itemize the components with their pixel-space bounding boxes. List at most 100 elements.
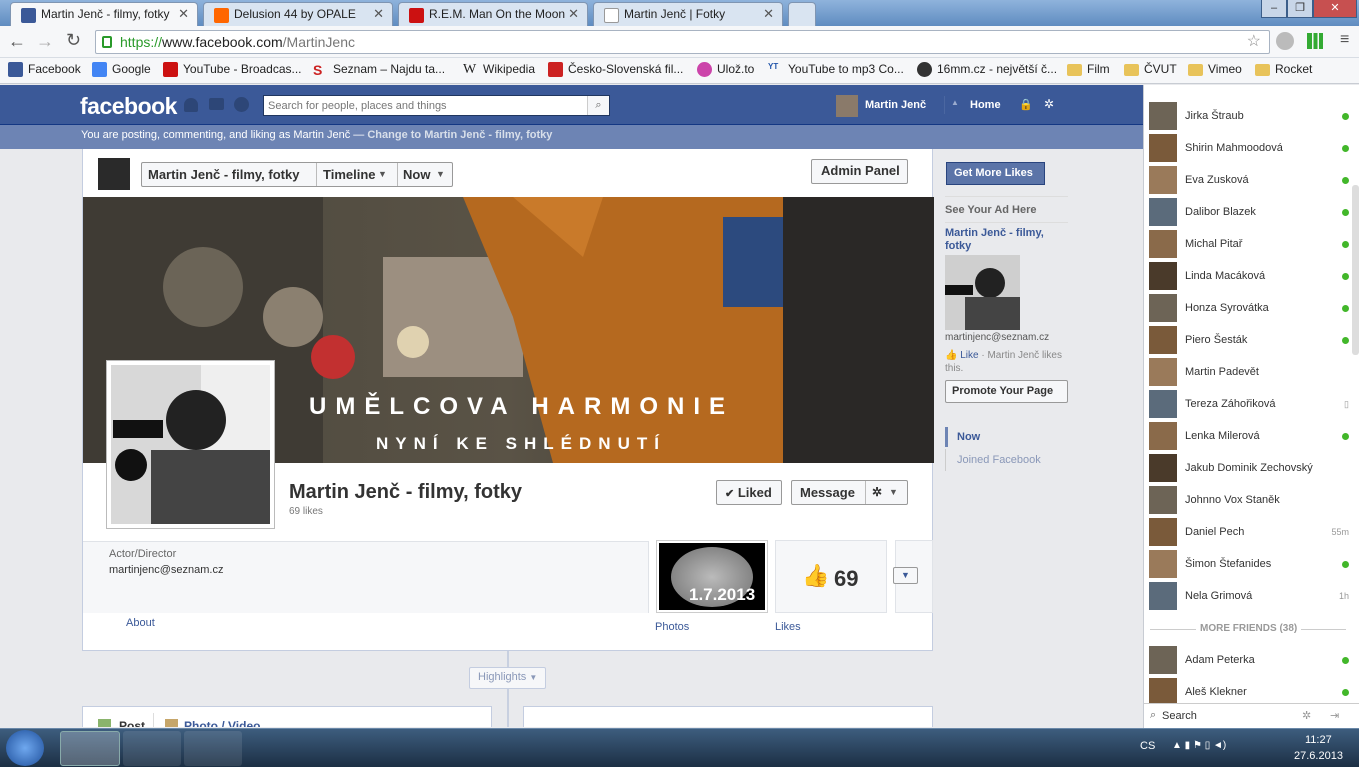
scrollbar[interactable] xyxy=(1352,185,1359,355)
notifications-icon[interactable] xyxy=(234,97,249,112)
chat-friend[interactable]: Michal Pitař xyxy=(1149,230,1349,260)
signal-extension-icon[interactable] xyxy=(1307,33,1323,49)
forward-icon[interactable]: → xyxy=(36,31,54,52)
chevron-up-icon[interactable]: ▲ xyxy=(951,98,959,107)
chat-friend[interactable]: Johnno Vox Staněk xyxy=(1149,486,1349,516)
extension-icon[interactable] xyxy=(1276,32,1294,50)
close-icon[interactable]: ✕ xyxy=(568,6,579,22)
bookmark-google[interactable]: Google xyxy=(92,62,151,77)
facebook-logo[interactable]: facebook xyxy=(80,93,177,120)
address-bar[interactable]: https://www.facebook.com/MartinJenc ☆ xyxy=(95,30,1270,54)
tab-fotky[interactable]: Martin Jenč | Fotky ✕ xyxy=(593,2,783,26)
about-link[interactable]: About xyxy=(126,617,155,629)
search-input[interactable]: Search for people, places and things ⌕ xyxy=(263,95,610,116)
taskbar-media-player[interactable] xyxy=(184,731,242,766)
tray-icons[interactable]: ▲ ▮ ⚑ ▯ ◄) xyxy=(1172,740,1226,751)
chat-friend[interactable]: Nela Grimová 1h xyxy=(1149,582,1349,612)
tab-rem[interactable]: R.E.M. Man On the Moon ✕ xyxy=(398,2,588,26)
tab-delusion[interactable]: Delusion 44 by OPALE ✕ xyxy=(203,2,393,26)
chat-friend[interactable]: Dalibor Blazek xyxy=(1149,198,1349,228)
chat-friend[interactable]: Honza Syrovátka xyxy=(1149,294,1349,324)
gear-icon[interactable]: ✲ xyxy=(872,485,882,499)
bookmark-folder-rocket[interactable]: Rocket xyxy=(1255,62,1312,76)
close-icon[interactable]: ✕ xyxy=(373,6,384,22)
ad-like-link[interactable]: Like xyxy=(960,350,978,361)
bookmark-folder-film[interactable]: Film xyxy=(1067,62,1110,76)
close-icon[interactable]: ✕ xyxy=(178,6,189,22)
taskbar-chrome[interactable] xyxy=(60,731,120,766)
bookmark-16mm[interactable]: 16mm.cz - největší č... xyxy=(917,62,1057,77)
profile-picture[interactable] xyxy=(106,360,275,529)
language-indicator[interactable]: CS xyxy=(1140,740,1155,752)
timeline-nav-joined[interactable]: Joined Facebook xyxy=(957,454,1041,466)
liked-button[interactable]: ✔ Liked xyxy=(716,480,782,505)
reload-icon[interactable]: ↻ xyxy=(66,30,81,51)
bookmark-ulozto[interactable]: Ulož.to xyxy=(697,62,754,77)
bookmark-youtube[interactable]: YouTube - Broadcas... xyxy=(163,62,302,77)
maximize-button[interactable]: ❐ xyxy=(1287,0,1313,18)
bookmark-folder-vimeo[interactable]: Vimeo xyxy=(1188,62,1242,76)
highlights-dropdown[interactable]: Highlights ▼ xyxy=(469,667,546,689)
chat-friend[interactable]: Lenka Milerová xyxy=(1149,422,1349,452)
chat-friend[interactable]: Eva Zusková xyxy=(1149,166,1349,196)
photos-tile[interactable]: 1.7.2013 xyxy=(656,540,768,613)
photo-video-tab[interactable]: Photo / Video xyxy=(184,719,260,727)
chat-friend[interactable]: Adam Peterka xyxy=(1149,646,1349,676)
chat-friend[interactable]: Jirka Štraub xyxy=(1149,102,1349,132)
profile-link[interactable]: Martin Jenč xyxy=(865,99,926,111)
timeline-nav-now[interactable]: Now xyxy=(957,431,980,443)
chat-friend[interactable]: Shirin Mahmoodová xyxy=(1149,134,1349,164)
post-tab[interactable]: Post xyxy=(119,719,145,727)
chat-search-input[interactable]: Search xyxy=(1162,710,1197,722)
likes-link[interactable]: Likes xyxy=(775,621,801,633)
bookmark-csfd[interactable]: Česko-Slovenská fil... xyxy=(548,62,683,77)
photos-link[interactable]: Photos xyxy=(655,621,689,633)
chat-friend[interactable]: Daniel Pech 55m xyxy=(1149,518,1349,548)
minimize-button[interactable]: – xyxy=(1261,0,1287,18)
likes-tile[interactable]: 👍 69 xyxy=(775,540,887,613)
page-thumbnail[interactable] xyxy=(98,158,130,190)
timeline-dropdown[interactable]: Timeline xyxy=(323,167,376,182)
clock-time[interactable]: 11:27 xyxy=(1305,734,1332,746)
page-name-button[interactable]: Martin Jenč - filmy, fotky xyxy=(148,167,299,182)
avatar[interactable] xyxy=(836,95,858,117)
ad-image[interactable] xyxy=(945,255,1020,330)
messages-icon[interactable] xyxy=(209,98,224,110)
promote-page-button[interactable]: Promote Your Page xyxy=(945,380,1068,403)
gear-icon[interactable]: ✲ xyxy=(1044,97,1054,111)
chevron-down-icon[interactable]: ▼ xyxy=(889,487,898,497)
bookmark-yt-mp3[interactable]: YT YouTube to mp3 Co... xyxy=(768,62,904,76)
expand-apps-button[interactable]: ▼ xyxy=(893,567,918,584)
ad-title[interactable]: Martin Jenč - filmy, fotky xyxy=(945,227,1065,253)
window-close-button[interactable]: ✕ xyxy=(1313,0,1357,18)
bookmark-folder-cvut[interactable]: ČVUT xyxy=(1124,62,1177,76)
chat-friend[interactable]: Jakub Dominik Zechovský xyxy=(1149,454,1349,484)
chat-friend[interactable]: Linda Macáková xyxy=(1149,262,1349,292)
clock-date[interactable]: 27.6.2013 xyxy=(1294,750,1343,762)
chat-friend[interactable]: Martin Padevět xyxy=(1149,358,1349,388)
menu-icon[interactable]: ≡ xyxy=(1340,31,1349,49)
chat-friend[interactable]: Piero Šesták xyxy=(1149,326,1349,356)
admin-panel-button[interactable]: Admin Panel xyxy=(811,159,908,184)
taskbar-explorer[interactable] xyxy=(123,731,181,766)
star-icon[interactable]: ☆ xyxy=(1247,31,1261,53)
now-dropdown[interactable]: Now xyxy=(403,167,430,182)
chat-friend[interactable]: Tereza Záhořiková ▯ xyxy=(1149,390,1349,420)
change-identity-link[interactable]: Change to Martin Jenč - filmy, fotky xyxy=(367,129,552,141)
start-button[interactable] xyxy=(6,730,44,766)
new-tab-button[interactable] xyxy=(788,2,816,26)
bookmark-seznam[interactable]: S Seznam – Najdu ta... xyxy=(313,62,445,78)
tab-martin-jenc-filmy[interactable]: Martin Jenč - filmy, fotky ✕ xyxy=(10,2,198,26)
get-more-likes-button[interactable]: Get More Likes xyxy=(946,162,1045,185)
friend-requests-icon[interactable] xyxy=(184,98,198,112)
back-icon[interactable]: ← xyxy=(8,31,26,52)
gear-icon[interactable]: ✲ xyxy=(1302,709,1311,722)
bookmark-wikipedia[interactable]: W Wikipedia xyxy=(463,62,535,77)
message-button[interactable]: Message xyxy=(800,485,855,500)
privacy-icon[interactable]: 🔒 xyxy=(1019,98,1033,111)
close-icon[interactable]: ✕ xyxy=(763,6,774,22)
chat-friend[interactable]: Šimon Štefanides xyxy=(1149,550,1349,580)
home-link[interactable]: Home xyxy=(970,99,1001,111)
bookmark-facebook[interactable]: Facebook xyxy=(8,62,81,77)
pop-out-icon[interactable]: ⇥ xyxy=(1330,709,1339,722)
